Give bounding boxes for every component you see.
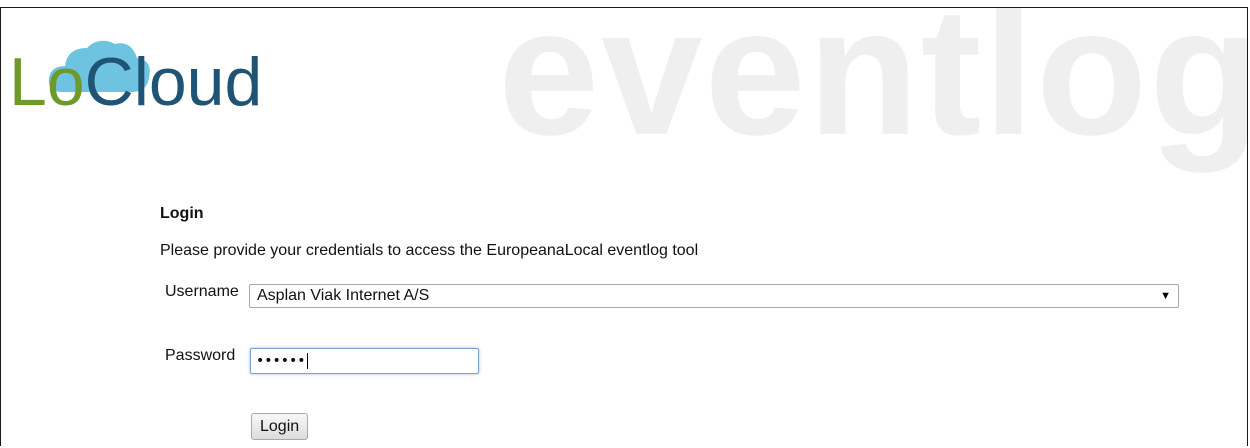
dropdown-arrow-icon[interactable]: ▼ bbox=[1160, 285, 1171, 307]
logo-cloud: Cloud bbox=[84, 44, 263, 120]
page-frame: eventlog LoCloud Login Please provide yo… bbox=[0, 7, 1248, 446]
username-label: Username bbox=[165, 283, 239, 300]
login-button[interactable]: Login bbox=[251, 413, 309, 440]
password-label: Password bbox=[165, 347, 236, 364]
password-masked-value: •••••• bbox=[256, 353, 306, 369]
password-field[interactable]: •••••• bbox=[250, 348, 479, 374]
locloud-logo: LoCloud bbox=[9, 36, 329, 136]
logo-lo: Lo bbox=[9, 44, 85, 120]
login-heading: Login bbox=[160, 205, 204, 222]
username-select[interactable]: Asplan Viak Internet A/S ▼ bbox=[249, 284, 1179, 308]
logo-text: LoCloud bbox=[9, 48, 262, 116]
text-cursor bbox=[306, 353, 308, 369]
username-selected-value: Asplan Viak Internet A/S bbox=[257, 287, 430, 304]
login-description: Please provide your credentials to acces… bbox=[160, 242, 699, 259]
eventlog-watermark: eventlog bbox=[498, 7, 1248, 173]
